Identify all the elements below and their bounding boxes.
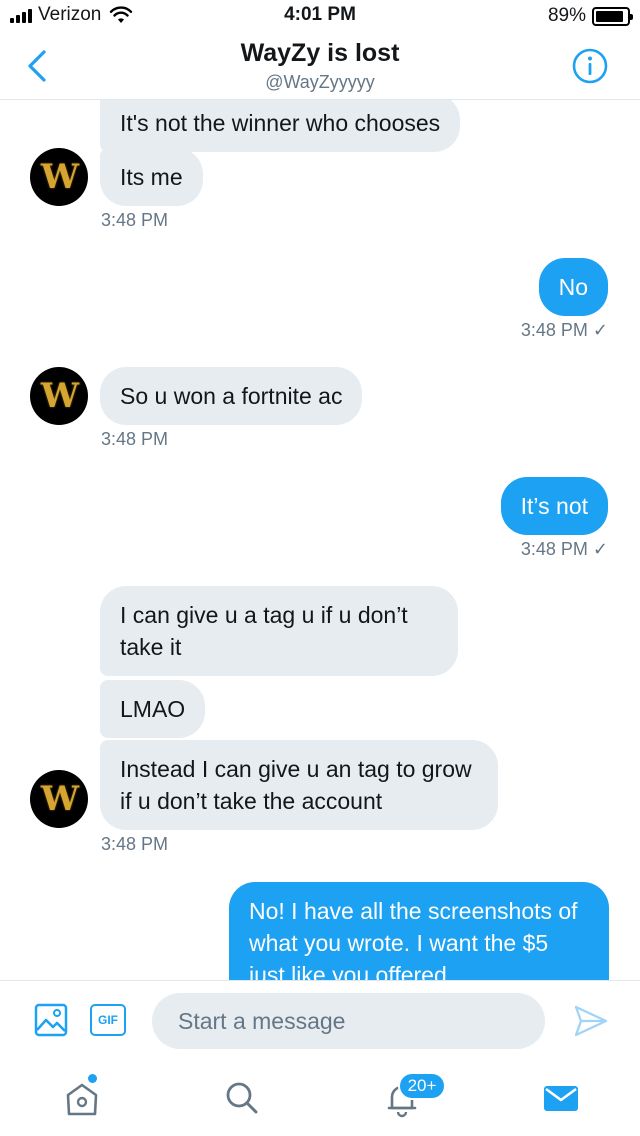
message-bubble-outgoing[interactable]: No! I have all the screenshots of what y… bbox=[229, 882, 609, 980]
message-bubble-incoming[interactable]: I can give u a tag u if u don’t take it bbox=[100, 586, 458, 676]
message-bubble-incoming[interactable]: It's not the winner who chooses bbox=[100, 100, 461, 152]
message-list[interactable]: It's not the winner who chooses W Its me… bbox=[0, 100, 640, 980]
avatar[interactable]: W bbox=[30, 367, 88, 425]
status-time: 4:01 PM bbox=[284, 4, 356, 25]
notifications-badge: 20+ bbox=[398, 1072, 446, 1100]
status-bar: Verizon 4:01 PM 89% bbox=[0, 0, 640, 34]
message-bubble-incoming[interactable]: So u won a fortnite ac bbox=[100, 367, 363, 425]
send-icon[interactable] bbox=[574, 1005, 608, 1037]
message-input[interactable] bbox=[152, 993, 545, 1049]
message-bubble-incoming[interactable]: Instead I can give u an tag to grow if u… bbox=[100, 740, 498, 830]
avatar-letter: W bbox=[40, 157, 79, 197]
message-timestamp: 3:48 PM bbox=[101, 429, 169, 449]
conversation-title: WayZy is lost bbox=[240, 39, 400, 67]
message-timestamp: 3:48 PM ✓ bbox=[520, 320, 608, 340]
battery-status: 89% bbox=[547, 5, 633, 27]
avatar[interactable]: W bbox=[30, 770, 88, 828]
avatar[interactable]: W bbox=[30, 148, 88, 206]
message-bubble-incoming[interactable]: Its me bbox=[100, 148, 203, 206]
message-composer: GIF bbox=[0, 980, 640, 1060]
message-bubble-incoming[interactable]: LMAO bbox=[100, 680, 206, 738]
conversation-handle: @WayZyyyyy bbox=[265, 72, 375, 92]
avatar-letter: W bbox=[40, 376, 79, 416]
message-bubble-outgoing[interactable]: It’s not bbox=[500, 477, 608, 535]
message-timestamp: 3:48 PM ✓ bbox=[520, 539, 608, 559]
message-timestamp: 3:48 PM bbox=[101, 210, 169, 230]
info-icon[interactable] bbox=[572, 48, 608, 84]
bottom-tab-bar: 20+ bbox=[0, 1060, 640, 1136]
gif-button[interactable]: GIF bbox=[90, 1004, 126, 1036]
search-icon[interactable] bbox=[222, 1078, 262, 1118]
home-icon[interactable] bbox=[62, 1078, 102, 1118]
battery-percent: 89% bbox=[547, 5, 586, 26]
image-icon[interactable] bbox=[34, 1003, 68, 1037]
home-notification-dot bbox=[88, 1074, 97, 1083]
avatar-letter: W bbox=[40, 779, 79, 819]
battery-icon bbox=[592, 6, 633, 26]
conversation-header: WayZy is lost @WayZyyyyy bbox=[0, 34, 640, 100]
messages-envelope-icon[interactable] bbox=[541, 1078, 581, 1118]
message-bubble-outgoing[interactable]: No bbox=[538, 258, 608, 316]
message-timestamp: 3:48 PM bbox=[101, 834, 169, 854]
